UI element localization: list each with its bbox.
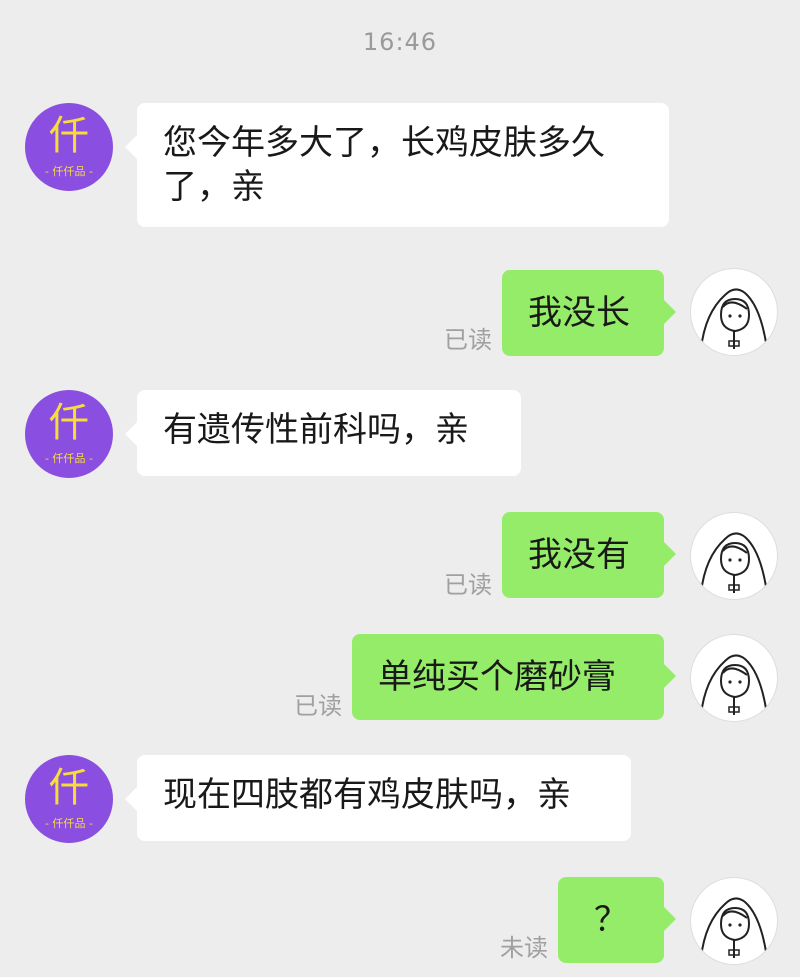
sent-message-bubble[interactable]: 单纯买个磨砂膏 (352, 634, 676, 720)
message-text: 单纯买个磨砂膏 (378, 657, 616, 697)
message-text: 现在四肢都有鸡皮肤吗，亲 (163, 775, 571, 815)
shop-avatar[interactable]: 仟 - 仟仟品 - (25, 390, 113, 478)
received-message-bubble[interactable]: 现在四肢都有鸡皮肤吗，亲 (125, 755, 631, 841)
message-text: 我没有 (528, 535, 630, 575)
read-status: 已读 (294, 692, 342, 720)
user-avatar[interactable] (690, 512, 778, 600)
sent-message-bubble[interactable]: 我没有 (502, 512, 676, 598)
read-status: 已读 (444, 571, 492, 599)
shop-avatar[interactable]: 仟 - 仟仟品 - (25, 755, 113, 843)
shop-avatar-logo: 仟 (49, 400, 89, 446)
sent-message-bubble[interactable]: 我没长 (502, 270, 676, 356)
unread-status: 未读 (500, 934, 548, 962)
message-text: 我没长 (528, 293, 630, 333)
user-avatar[interactable] (690, 877, 778, 965)
shop-avatar[interactable]: 仟 - 仟仟品 - (25, 103, 113, 191)
timestamp: 16:46 (362, 28, 438, 56)
user-avatar[interactable] (690, 268, 778, 356)
shop-avatar-name: - 仟仟品 - (45, 817, 93, 830)
message-text: 您今年多大了，长鸡皮肤多久了，亲 (163, 123, 605, 207)
user-avatar[interactable] (690, 634, 778, 722)
received-message-bubble[interactable]: 您今年多大了，长鸡皮肤多久了，亲 (125, 103, 669, 227)
received-message-bubble[interactable]: 有遗传性前科吗，亲 (125, 390, 521, 476)
user-avatar-icon (700, 288, 768, 350)
shop-avatar-logo: 仟 (49, 113, 89, 159)
shop-avatar-name: - 仟仟品 - (45, 165, 93, 178)
read-status: 已读 (444, 326, 492, 354)
user-avatar-icon (700, 897, 768, 959)
message-text: 有遗传性前科吗，亲 (163, 410, 469, 450)
shop-avatar-logo: 仟 (49, 765, 89, 811)
user-avatar-icon (700, 654, 768, 716)
sent-message-bubble[interactable]: ？ (558, 877, 676, 963)
message-text: ？ (594, 900, 628, 940)
user-avatar-icon (700, 532, 768, 594)
shop-avatar-name: - 仟仟品 - (45, 452, 93, 465)
